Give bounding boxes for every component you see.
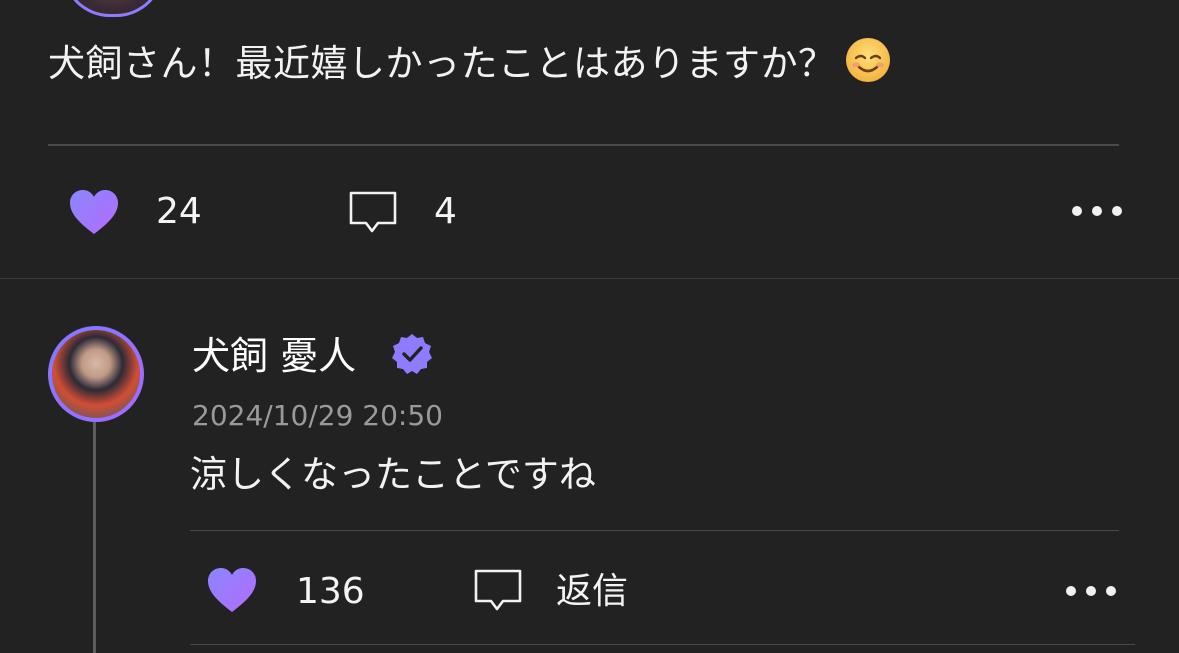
reply-action-bar: 136 返信: [0, 558, 1179, 622]
post-text: 犬飼さん！最近嬉しかったことはありますか？: [48, 42, 836, 85]
post-body: 犬飼さん！最近嬉しかったことはありますか？: [48, 36, 892, 90]
section-divider: [0, 278, 1179, 279]
like-heart-icon[interactable]: [206, 566, 258, 614]
avatar-image: [52, 330, 140, 418]
post-action-bar: 24 4: [0, 180, 1179, 244]
more-options-icon[interactable]: [1064, 584, 1118, 598]
original-poster-avatar[interactable]: [62, 0, 164, 17]
post-divider: [48, 144, 1119, 146]
more-options-icon[interactable]: [1070, 204, 1124, 218]
comment-bubble-icon[interactable]: [348, 190, 398, 236]
verified-badge-icon: [392, 334, 432, 374]
like-count: 24: [156, 191, 202, 232]
reply-author-name[interactable]: 犬飼 憂人: [192, 328, 356, 384]
reply-text: 涼しくなったことですね: [190, 453, 596, 496]
reply-bubble-icon[interactable]: [473, 568, 523, 614]
reply-author-avatar[interactable]: [48, 326, 144, 422]
smiling-face-emoji-icon: [845, 38, 890, 82]
reply-timestamp: 2024/10/29 20:50: [192, 399, 443, 432]
reply-button-label[interactable]: 返信: [556, 560, 628, 624]
reply-divider: [190, 530, 1119, 531]
like-count: 136: [296, 571, 365, 612]
reply-bottom-divider: [190, 644, 1135, 645]
post-thread: 犬飼さん！最近嬉しかったことはありますか？ 24 4 犬飼 憂人 2024/10…: [0, 0, 1179, 653]
like-heart-icon[interactable]: [68, 188, 120, 236]
comment-count: 4: [434, 191, 457, 232]
